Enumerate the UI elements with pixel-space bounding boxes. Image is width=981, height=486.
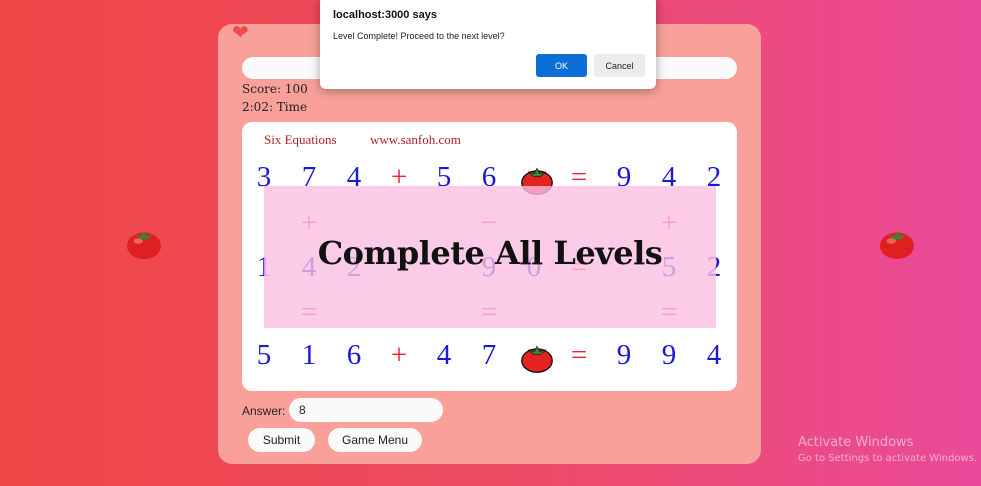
tomato-icon [878,224,916,260]
dialog-message: Level Complete! Proceed to the next leve… [333,31,505,41]
equation-board: Six Equations www.sanfoh.com 3 7 4 + 5 6… [242,122,737,391]
level-overlay: Complete All Levels [264,186,716,328]
ok-button[interactable]: OK [536,54,587,77]
dialog-title: localhost:3000 says [333,9,437,21]
board-cell: 4 [706,339,722,371]
tomato-icon [125,224,163,260]
game-panel: Score: 100 2:02: Time Six Equations www.… [218,24,761,464]
answer-input[interactable] [289,398,443,422]
overlay-message: Complete All Levels [317,234,663,272]
watermark-subtitle: Go to Settings to activate Windows. [798,453,978,464]
board-cell: 4 [436,339,452,371]
submit-button[interactable]: Submit [248,428,315,452]
board-cell: 7 [481,339,497,371]
windows-watermark: Activate Windows Go to Settings to activ… [798,435,977,464]
board-cell: 9 [661,339,677,371]
heart-icon: ❤ [232,20,249,44]
tomato-icon[interactable] [519,340,553,374]
answer-label: Answer: [242,404,286,418]
cancel-button[interactable]: Cancel [594,54,645,77]
board-cell: 5 [256,339,272,371]
alert-dialog: localhost:3000 says Level Complete! Proc… [320,0,656,89]
time-display: 2:02: Time [242,100,308,114]
board-cell: 9 [616,339,632,371]
board-cell: = [570,339,588,371]
game-menu-button[interactable]: Game Menu [328,428,422,452]
watermark-title: Activate Windows [798,435,914,450]
board-cell: 6 [346,339,362,371]
board-url: www.sanfoh.com [370,132,461,147]
board-cell: 1 [301,339,317,371]
score-display: Score: 100 [242,82,308,96]
board-title: Six Equations [264,132,337,147]
board-cell: + [390,339,408,371]
